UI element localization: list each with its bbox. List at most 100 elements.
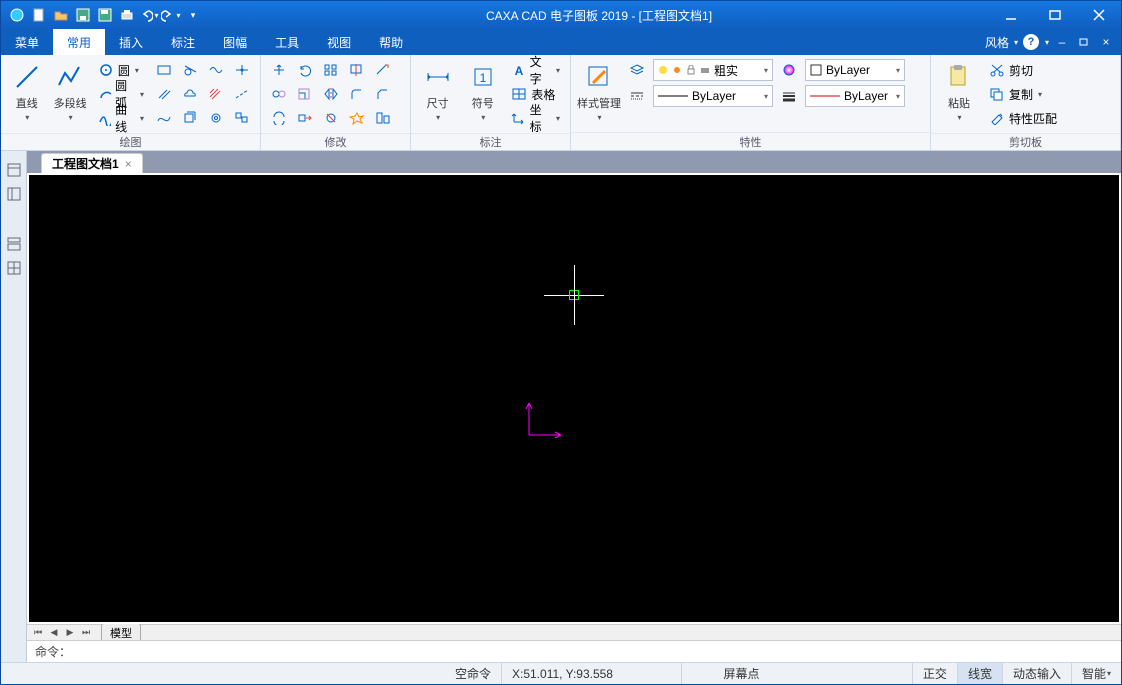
svg-text:A: A — [515, 64, 524, 77]
redo-icon[interactable]: ▾ — [161, 5, 181, 25]
drawing-canvas[interactable] — [29, 175, 1119, 622]
chamfer-icon[interactable] — [371, 83, 395, 105]
paste-button[interactable]: 粘贴▾ — [937, 59, 981, 124]
wave-icon[interactable] — [204, 59, 228, 81]
command-bar[interactable]: 命令： — [27, 640, 1121, 662]
align-icon[interactable] — [371, 107, 395, 129]
doctab-1[interactable]: 工程图文档1 × — [41, 153, 143, 173]
rectangle-icon[interactable] — [152, 59, 176, 81]
panel-toggle-3-icon[interactable] — [5, 235, 23, 253]
copy-icon[interactable] — [267, 83, 291, 105]
gear-icon[interactable] — [204, 107, 228, 129]
text-button[interactable]: A文字▾ — [507, 59, 564, 81]
mdi-close-icon[interactable]: × — [1097, 33, 1115, 51]
offset-icon[interactable] — [267, 107, 291, 129]
lineweight-manager-icon[interactable] — [777, 85, 801, 107]
help-icon[interactable]: ? — [1022, 33, 1040, 51]
menu-help[interactable]: 帮助 — [365, 29, 417, 55]
status-ortho[interactable]: 正交 — [912, 663, 957, 684]
menu-frame[interactable]: 图幅 — [209, 29, 261, 55]
mdi-minimize-icon[interactable]: – — [1053, 33, 1071, 51]
window-controls — [989, 1, 1121, 29]
polyline-button[interactable]: 多段线▾ — [50, 59, 89, 124]
lineweight-dropdown[interactable]: ByLayer▾ — [805, 85, 905, 107]
match-props-button[interactable]: 特性匹配 — [985, 107, 1061, 129]
cut-button[interactable]: 剪切 — [985, 59, 1061, 81]
saveas-icon[interactable] — [95, 5, 115, 25]
fillet-icon[interactable] — [345, 83, 369, 105]
tab-last-icon[interactable]: ⏭ — [79, 627, 93, 639]
copy-button[interactable]: 复制▾ — [985, 83, 1061, 105]
curve-button[interactable]: 曲线▾ — [94, 107, 148, 129]
undo-icon[interactable]: ▾ — [139, 5, 159, 25]
stretch-icon[interactable] — [293, 107, 317, 129]
doctab-close-icon[interactable]: × — [125, 157, 132, 171]
tab-next-icon[interactable]: ▶ — [63, 627, 77, 639]
window-title: CAXA CAD 电子图板 2019 - [工程图文档1] — [209, 7, 989, 24]
menu-tools[interactable]: 工具 — [261, 29, 313, 55]
menu-common[interactable]: 常用 — [53, 29, 105, 55]
point-icon[interactable] — [230, 59, 254, 81]
status-smart-snap[interactable]: 智能 ▾ — [1071, 663, 1121, 684]
extend-icon[interactable] — [371, 59, 395, 81]
menu-view[interactable]: 视图 — [313, 29, 365, 55]
array-icon[interactable] — [319, 59, 343, 81]
scale-icon[interactable] — [293, 83, 317, 105]
document-tabs: 工程图文档1 × — [27, 151, 1121, 173]
app-icon[interactable] — [7, 5, 27, 25]
coord-button[interactable]: 坐标▾ — [507, 107, 564, 129]
status-lineweight[interactable]: 线宽 — [957, 663, 1002, 684]
layer-manager-icon[interactable] — [625, 59, 649, 81]
lock-icon — [686, 65, 696, 75]
save-icon[interactable] — [73, 5, 93, 25]
status-dynamic-input[interactable]: 动态输入 — [1002, 663, 1071, 684]
symbol-button[interactable]: 1符号▾ — [462, 59, 503, 124]
menu-file[interactable]: 菜单 — [1, 29, 53, 55]
linetype-manager-icon[interactable] — [625, 85, 649, 107]
rotate-icon[interactable] — [293, 59, 317, 81]
sun-icon — [672, 65, 682, 75]
ribbon: 直线▾ 多段线▾ 圆▾ 圆弧▾ 曲线▾ — [1, 55, 1121, 151]
minimize-button[interactable] — [989, 1, 1033, 29]
menu-insert[interactable]: 插入 — [105, 29, 157, 55]
color-wheel-icon[interactable] — [777, 59, 801, 81]
open-icon[interactable] — [51, 5, 71, 25]
mirror-icon[interactable] — [319, 83, 343, 105]
new-icon[interactable] — [29, 5, 49, 25]
tab-first-icon[interactable]: ⏮ — [31, 627, 45, 639]
cloud-icon[interactable] — [178, 83, 202, 105]
qat-more-icon[interactable]: ▾ — [183, 5, 203, 25]
tab-prev-icon[interactable]: ◀ — [47, 627, 61, 639]
status-empty-cmd: 空命令 — [1, 663, 501, 684]
style-manager-button[interactable]: 样式管理▾ — [577, 59, 621, 124]
status-screen-point[interactable]: 屏幕点 — [681, 663, 801, 684]
workspace: 工程图文档1 × ⏮ ◀ ▶ ⏭ 模型 — [1, 151, 1121, 662]
maximize-button[interactable] — [1033, 1, 1077, 29]
color-dropdown[interactable]: ByLayer▾ — [805, 59, 905, 81]
style-label[interactable]: 风格 — [985, 34, 1009, 51]
menu-annotate[interactable]: 标注 — [157, 29, 209, 55]
hatch-icon[interactable] — [204, 83, 228, 105]
svg-text:1: 1 — [479, 71, 486, 85]
parallel-icon[interactable] — [152, 83, 176, 105]
centerline-icon[interactable] — [230, 83, 254, 105]
dimension-button[interactable]: 尺寸▾ — [417, 59, 458, 124]
trim-icon[interactable] — [345, 59, 369, 81]
linetype-dropdown[interactable]: ByLayer▾ — [653, 85, 773, 107]
tangent-line-icon[interactable] — [178, 59, 202, 81]
print-layer-icon — [700, 65, 710, 75]
print-icon[interactable] — [117, 5, 137, 25]
box-icon[interactable] — [178, 107, 202, 129]
panel-toggle-2-icon[interactable] — [5, 185, 23, 203]
layer-dropdown[interactable]: 粗实▾ — [653, 59, 773, 81]
panel-toggle-1-icon[interactable] — [5, 161, 23, 179]
panel-toggle-4-icon[interactable] — [5, 259, 23, 277]
mdi-restore-icon[interactable] — [1075, 33, 1093, 51]
close-button[interactable] — [1077, 1, 1121, 29]
block-icon[interactable] — [230, 107, 254, 129]
move-icon[interactable] — [267, 59, 291, 81]
explode-icon[interactable] — [345, 107, 369, 129]
line-button[interactable]: 直线▾ — [7, 59, 46, 124]
spline-icon[interactable] — [152, 107, 176, 129]
break-icon[interactable] — [319, 107, 343, 129]
